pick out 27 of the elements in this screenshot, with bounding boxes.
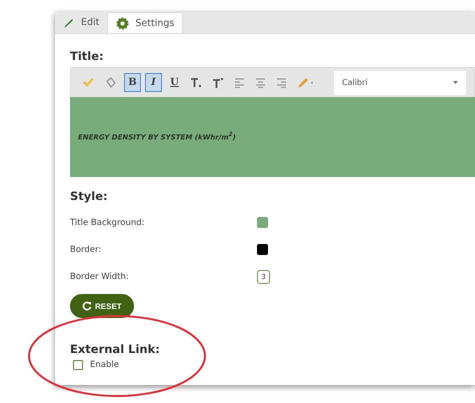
color-swatch[interactable]: [257, 244, 268, 255]
checkbox-label: Enable: [90, 360, 119, 370]
font-dropdown[interactable]: Calibri: [334, 70, 466, 94]
align-right-icon: [276, 78, 287, 88]
field-label: Title Background:: [70, 218, 146, 228]
section-heading: External Link:: [70, 342, 160, 356]
color-swatch[interactable]: [257, 217, 268, 228]
field-label: Border Width:: [70, 272, 130, 282]
field-label: Border:: [70, 244, 102, 254]
pen-icon: [297, 76, 315, 88]
gear-icon: [116, 16, 130, 30]
format-button[interactable]: U: [166, 73, 183, 92]
align-left-icon: [234, 78, 245, 88]
reset-button[interactable]: RESET: [70, 294, 134, 318]
superscript-icon: [212, 76, 224, 88]
tab[interactable]: Edit: [55, 12, 108, 33]
section-heading: Title:: [70, 49, 104, 63]
format-button[interactable]: B: [124, 73, 141, 92]
reset-icon: [82, 301, 92, 311]
section-heading: Style:: [70, 189, 108, 203]
tab[interactable]: Settings: [107, 12, 184, 33]
format-button[interactable]: I: [145, 73, 162, 92]
checkbox[interactable]: [73, 360, 83, 370]
subscript-icon: [190, 76, 202, 88]
align-center-icon: [255, 78, 266, 88]
pencil-icon: [63, 16, 75, 28]
caret-icon: [453, 81, 458, 84]
